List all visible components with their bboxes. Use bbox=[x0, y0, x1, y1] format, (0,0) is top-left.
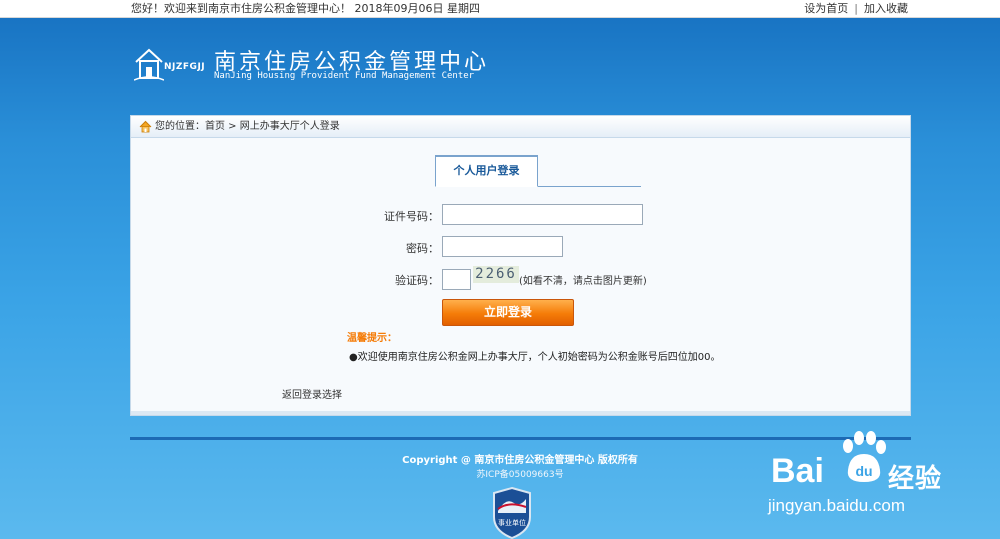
breadcrumb: 您的位置：首页 > 网上办事大厅个人登录 bbox=[131, 116, 910, 138]
id-number-label: 证件号码： bbox=[384, 210, 439, 223]
site-logo[interactable]: NJZFGJJ 南京住房公积金管理中心 NanJing Housing Prov… bbox=[134, 44, 494, 86]
svg-text:du: du bbox=[855, 463, 872, 479]
home-icon bbox=[139, 120, 152, 133]
jingyan-url: jingyan.baidu.com bbox=[768, 496, 906, 515]
site-title-en: NanJing Housing Provident Fund Managemen… bbox=[214, 71, 475, 81]
breadcrumb-text: 您的位置：首页 > 网上办事大厅个人登录 bbox=[155, 121, 340, 132]
baidu-logo-text: Bai bbox=[771, 452, 824, 490]
password-label: 密码： bbox=[406, 242, 439, 255]
captcha-input[interactable] bbox=[442, 269, 471, 290]
login-button[interactable]: 立即登录 bbox=[442, 299, 574, 326]
tip-text: ●欢迎使用南京住房公积金网上办事大厅，个人初始密码为公积金账号后四位加00。 bbox=[349, 352, 721, 363]
public-institution-badge-icon[interactable]: 事业单位 bbox=[492, 487, 532, 539]
panel-bottom-strip bbox=[131, 411, 910, 415]
top-bar: 您好！欢迎来到南京市住房公积金管理中心！ 2018年09月06日 星期四 设为首… bbox=[0, 0, 1000, 18]
password-input[interactable] bbox=[442, 236, 563, 257]
id-number-input[interactable] bbox=[442, 204, 643, 225]
tip-title: 温馨提示： bbox=[347, 333, 397, 344]
top-links: 设为首页 | 加入收藏 bbox=[804, 0, 908, 17]
link-separator: | bbox=[854, 2, 858, 15]
badge-label: 事业单位 bbox=[498, 518, 526, 527]
captcha-image[interactable]: 2266 bbox=[473, 266, 519, 283]
tab-personal-login[interactable]: 个人用户登录 bbox=[435, 155, 538, 187]
jingyan-text: 经验 bbox=[888, 464, 943, 494]
set-homepage-link[interactable]: 设为首页 bbox=[804, 2, 848, 15]
captcha-label: 验证码： bbox=[395, 274, 439, 287]
login-panel: 您的位置：首页 > 网上办事大厅个人登录 个人用户登录 证件号码： 密码： 验证… bbox=[130, 115, 911, 416]
logo-abbreviation: NJZFGJJ bbox=[164, 62, 206, 72]
baidu-paw-icon: du bbox=[843, 431, 886, 482]
baidu-jingyan-watermark: Bai du 经验 jingyan.baidu.com bbox=[766, 430, 996, 520]
house-logo-icon bbox=[134, 48, 164, 81]
back-to-login-choice-link[interactable]: 返回登录选择 bbox=[282, 386, 342, 401]
captcha-hint: (如看不清，请点击图片更新) bbox=[519, 276, 647, 287]
add-bookmark-link[interactable]: 加入收藏 bbox=[864, 2, 908, 15]
welcome-text: 您好！欢迎来到南京市住房公积金管理中心！ 2018年09月06日 星期四 bbox=[131, 2, 480, 15]
